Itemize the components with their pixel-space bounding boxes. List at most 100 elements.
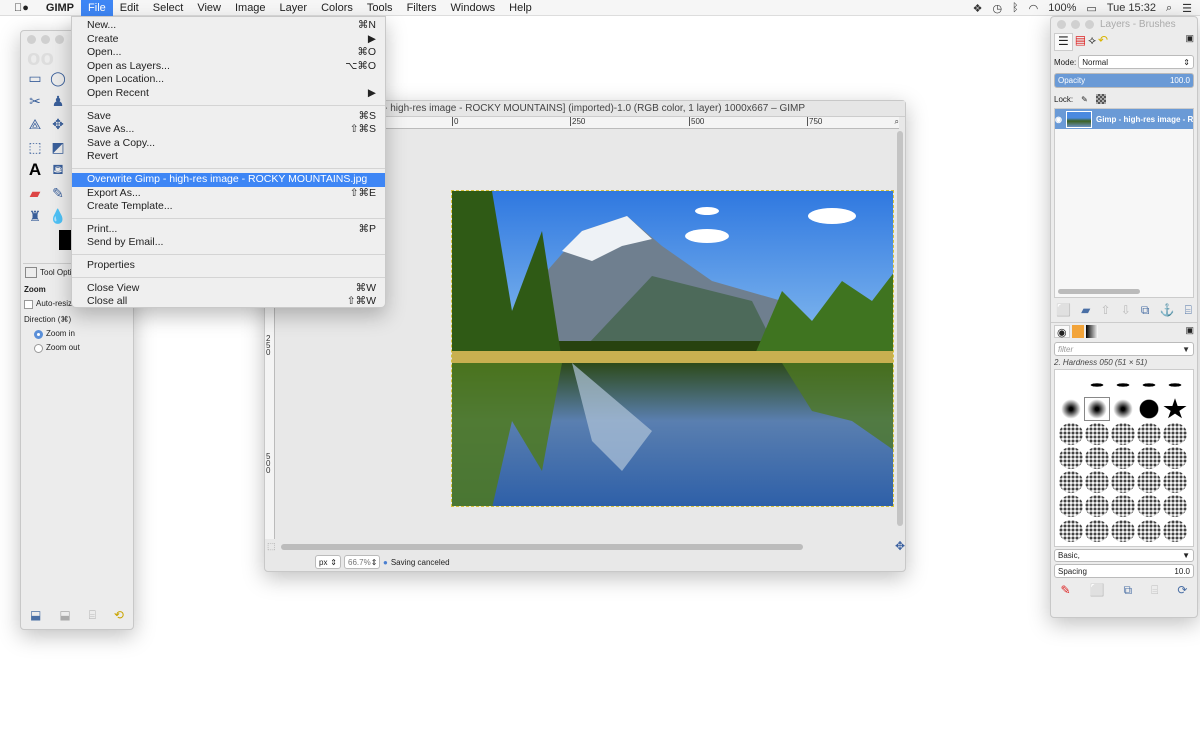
- bluetooth-icon[interactable]: ᛒ: [1012, 2, 1019, 14]
- unit-select[interactable]: px ⇕: [315, 555, 341, 569]
- reset-options-icon[interactable]: ⟲: [114, 608, 124, 622]
- mode-select[interactable]: Normal ⇕: [1078, 55, 1194, 69]
- menu-item-close-view[interactable]: Close View ⌘W: [72, 282, 385, 296]
- brush-preset[interactable]: [1085, 519, 1109, 542]
- brush-preset[interactable]: [1163, 471, 1187, 494]
- menu-item-overwrite-gimp-high-res-image-rocky-mountains-jpg[interactable]: Overwrite Gimp - high-res image - ROCKY …: [72, 172, 385, 187]
- menu-colors[interactable]: Colors: [314, 0, 360, 16]
- delete-options-icon[interactable]: ⌸: [89, 608, 96, 623]
- menu-item-save-a-copy[interactable]: Save a Copy...: [72, 137, 385, 151]
- duplicate-layer-icon[interactable]: ⧉: [1141, 303, 1150, 318]
- lower-layer-icon[interactable]: ⇩: [1121, 303, 1131, 317]
- menu-item-send-by-email[interactable]: Send by Email...: [72, 236, 385, 250]
- brush-preset[interactable]: [1059, 519, 1083, 542]
- menu-item-close-all[interactable]: Close all ⇧⌘W: [72, 295, 385, 309]
- tab-paths-icon[interactable]: ⟡: [1088, 33, 1096, 51]
- brush-preset[interactable]: [1163, 422, 1187, 445]
- brush-preset[interactable]: [1137, 495, 1161, 518]
- apple-menu-icon[interactable]: ●: [0, 0, 39, 16]
- ellipse-select-icon[interactable]: ◯: [47, 67, 69, 89]
- brush-preset[interactable]: [1059, 446, 1083, 469]
- brush-dock-menu-icon[interactable]: ▣: [1185, 325, 1194, 338]
- menu-item-open-as-layers[interactable]: Open as Layers... ⌥⌘O: [72, 60, 385, 74]
- brush-preset[interactable]: [1163, 374, 1187, 396]
- menu-item-properties[interactable]: Properties: [72, 259, 385, 273]
- menu-item-save[interactable]: Save ⌘S: [72, 110, 385, 124]
- tab-layers-icon[interactable]: ☰: [1054, 33, 1073, 51]
- menu-item-open-location[interactable]: Open Location...: [72, 73, 385, 87]
- brush-preset[interactable]: [1163, 495, 1187, 518]
- tab-patterns-icon[interactable]: [1071, 325, 1084, 338]
- brush-preset[interactable]: [1059, 495, 1083, 518]
- menu-item-revert[interactable]: Revert: [72, 150, 385, 164]
- layer-name[interactable]: Gimp - high-res image - ROCKY MOUNTAINS.…: [1096, 115, 1193, 124]
- new-layer-icon[interactable]: ⬜: [1056, 303, 1071, 317]
- lock-pixels-icon[interactable]: ✎: [1081, 95, 1088, 104]
- brush-preset[interactable]: [1137, 471, 1161, 494]
- brush-preset[interactable]: [1137, 398, 1161, 421]
- menu-windows[interactable]: Windows: [444, 0, 503, 16]
- navigate-pan-icon[interactable]: ✥: [895, 539, 905, 553]
- text-icon[interactable]: A: [24, 159, 46, 181]
- restore-options-icon[interactable]: ⬓: [59, 608, 70, 622]
- menu-view[interactable]: View: [190, 0, 228, 16]
- brush-preset[interactable]: [1084, 397, 1110, 422]
- refresh-brushes-icon[interactable]: ⟳: [1177, 583, 1187, 597]
- menu-select[interactable]: Select: [146, 0, 191, 16]
- scissors-icon[interactable]: ✂: [24, 90, 46, 112]
- dock-menu-icon[interactable]: ▣: [1185, 33, 1194, 51]
- time-machine-icon[interactable]: ◷: [992, 2, 1002, 15]
- brush-preset[interactable]: [1059, 471, 1083, 494]
- move-icon[interactable]: ✥: [47, 113, 69, 135]
- foreground-select-icon[interactable]: ♟: [47, 90, 69, 112]
- raise-layer-icon[interactable]: ⇧: [1101, 303, 1111, 317]
- clock[interactable]: Tue 15:32: [1107, 2, 1156, 14]
- anchor-layer-icon[interactable]: ⚓: [1160, 303, 1175, 317]
- brush-filter-input[interactable]: filter ▼: [1054, 342, 1194, 356]
- spacing-slider[interactable]: Spacing 10.0: [1054, 564, 1194, 578]
- zoom-select[interactable]: 66.7% ⇕: [344, 555, 380, 569]
- window-controls[interactable]: [1051, 16, 1100, 33]
- menu-item-export-as[interactable]: Export As... ⇧⌘E: [72, 187, 385, 201]
- brush-preset[interactable]: [1111, 471, 1135, 494]
- menu-item-print[interactable]: Print... ⌘P: [72, 223, 385, 237]
- tab-channels-icon[interactable]: ▤: [1075, 33, 1086, 51]
- edit-brush-icon[interactable]: ✎: [1061, 583, 1071, 597]
- brush-preset[interactable]: [1085, 446, 1109, 469]
- brush-tag-select[interactable]: Basic, ▼: [1054, 549, 1194, 562]
- brush-preset[interactable]: [1111, 398, 1135, 421]
- blur-icon[interactable]: 💧: [47, 205, 69, 227]
- menu-edit[interactable]: Edit: [113, 0, 146, 16]
- brush-preset[interactable]: [1059, 422, 1083, 445]
- brush-preset[interactable]: [1137, 374, 1161, 396]
- tab-brushes-icon[interactable]: ◉: [1054, 325, 1070, 339]
- brush-preset[interactable]: [1111, 519, 1135, 542]
- notification-center-icon[interactable]: ☰: [1182, 2, 1192, 15]
- transform-icon[interactable]: ◩: [47, 136, 69, 158]
- image-canvas[interactable]: [451, 190, 894, 507]
- navigate-icon[interactable]: ⌕: [895, 117, 899, 127]
- brush-preset[interactable]: [1085, 422, 1109, 445]
- brush-preset[interactable]: [1137, 446, 1161, 469]
- brush-preset[interactable]: [1111, 374, 1135, 396]
- clone-icon[interactable]: ♜: [24, 205, 46, 227]
- brush-preset[interactable]: [1111, 495, 1135, 518]
- zoom-in-radio[interactable]: Zoom in: [24, 327, 132, 341]
- brush-preset[interactable]: [1137, 519, 1161, 542]
- brush-preset[interactable]: [1111, 422, 1135, 445]
- brush-preset[interactable]: [1059, 398, 1083, 421]
- menu-tools[interactable]: Tools: [360, 0, 400, 16]
- menu-item-create-template[interactable]: Create Template...: [72, 200, 385, 214]
- menu-item-new[interactable]: New... ⌘N: [72, 19, 385, 33]
- new-brush-icon[interactable]: ⬜: [1090, 583, 1105, 597]
- menu-item-open[interactable]: Open... ⌘O: [72, 46, 385, 60]
- menu-help[interactable]: Help: [502, 0, 539, 16]
- menu-file[interactable]: File: [81, 0, 113, 16]
- new-layer-group-icon[interactable]: ▰: [1081, 303, 1090, 317]
- duplicate-brush-icon[interactable]: ⧉: [1124, 583, 1133, 598]
- menu-image[interactable]: Image: [228, 0, 273, 16]
- menu-item-create[interactable]: Create ▶: [72, 33, 385, 47]
- horizontal-scrollbar[interactable]: [281, 544, 803, 550]
- delete-brush-icon[interactable]: ⌸: [1151, 583, 1158, 598]
- rect-select-icon[interactable]: ▭: [24, 67, 46, 89]
